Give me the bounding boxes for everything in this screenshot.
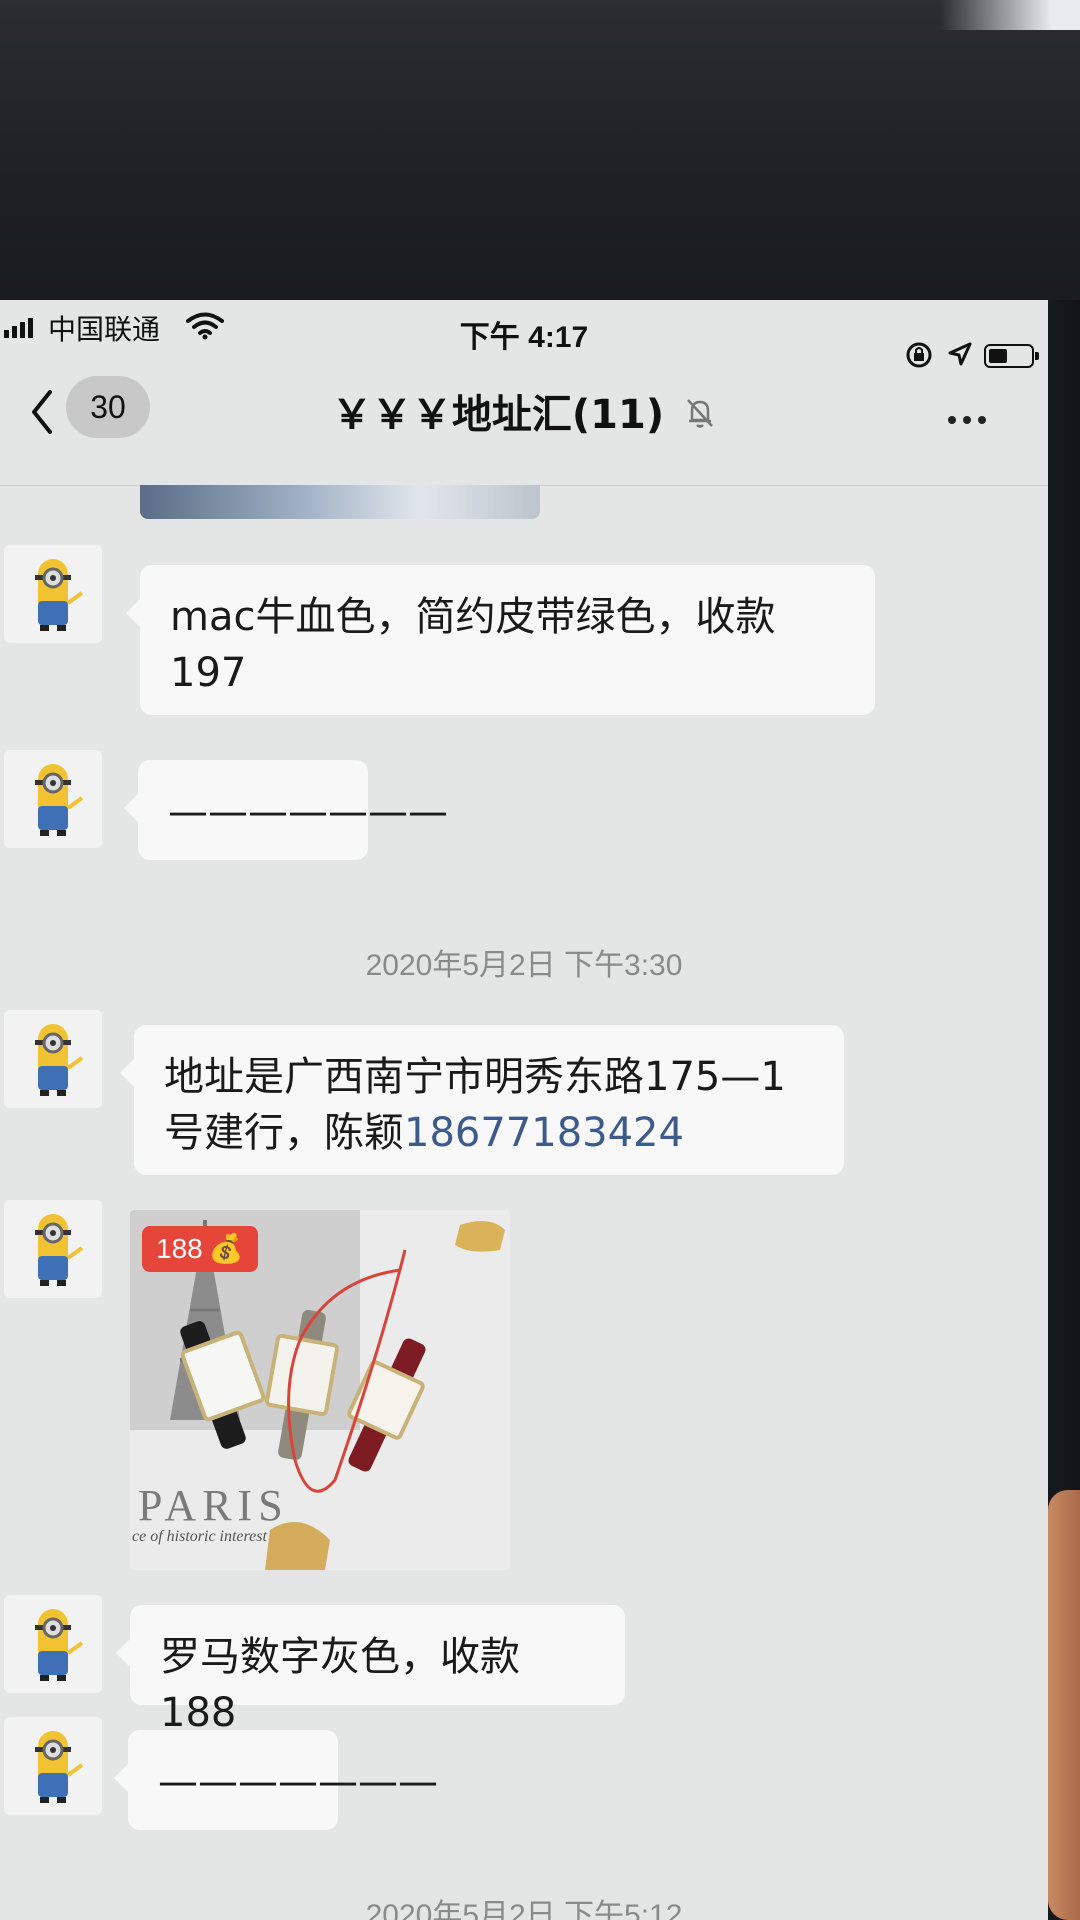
mute-bell-icon [684, 394, 716, 440]
message-bubble[interactable]: mac牛血色，简约皮带绿色，收款 197 [126, 565, 875, 715]
chat-header: 30 ￥￥￥地址汇(11) [0, 370, 1048, 486]
avatar[interactable] [4, 1717, 102, 1815]
previous-image-message[interactable] [140, 485, 540, 519]
avatar[interactable] [4, 1010, 102, 1108]
background-corner [940, 0, 1080, 30]
message-text: ——————— [158, 1759, 438, 1805]
avatar[interactable] [4, 1595, 102, 1693]
phone-screen: 中国联通 下午 4:17 30 ￥￥￥地址汇(11) mac牛血色，简约皮带绿色… [0, 300, 1048, 1920]
status-bar: 中国联通 下午 4:17 [0, 300, 1048, 370]
message-bubble[interactable]: ——————— [124, 760, 448, 860]
message-bubble[interactable]: 地址是广西南宁市明秀东路175—1 号建行，陈颖18677183424 [120, 1025, 844, 1175]
more-options-button[interactable] [948, 416, 986, 424]
battery-icon [984, 344, 1039, 368]
device-bezel [0, 0, 1080, 300]
hand [1048, 1490, 1080, 1920]
status-time: 下午 4:17 [459, 321, 589, 354]
message-bubble[interactable]: 罗马数字灰色，收款188 [116, 1605, 625, 1736]
timestamp: 2020年5月2日 下午3:30 [365, 949, 683, 982]
location-icon [946, 340, 974, 373]
image-message[interactable]: 188 💰 PARIS ce of historic interest [130, 1210, 510, 1570]
money-bag-icon: 💰 [208, 1233, 244, 1264]
price-value: 188 [156, 1233, 203, 1264]
phone-number-link[interactable]: 18677183424 [404, 1110, 684, 1156]
message-text: 地址是广西南宁市明秀东路175—1 号建行，陈颖18677183424 [134, 1025, 844, 1185]
chat-title: ￥￥￥地址汇(11) [0, 382, 1048, 440]
avatar[interactable] [4, 545, 102, 643]
message-bubble[interactable]: ——————— [114, 1730, 438, 1830]
message-text: mac牛血色，简约皮带绿色，收款 197 [170, 594, 776, 696]
price-tag: 188 💰 [142, 1226, 258, 1272]
brand-subtext: ce of historic interest [132, 1528, 267, 1545]
message-list: mac牛血色，简约皮带绿色，收款 197 ——————— 2020年5月2日 下… [0, 485, 1048, 1920]
chat-title-text: ￥￥￥地址汇(11) [331, 392, 665, 438]
avatar[interactable] [4, 750, 102, 848]
timestamp: 2020年5月2日 下午5:12 [365, 1899, 683, 1920]
message-text: ——————— [168, 789, 448, 835]
brand-text: PARIS [138, 1481, 289, 1530]
avatar[interactable] [4, 1200, 102, 1298]
